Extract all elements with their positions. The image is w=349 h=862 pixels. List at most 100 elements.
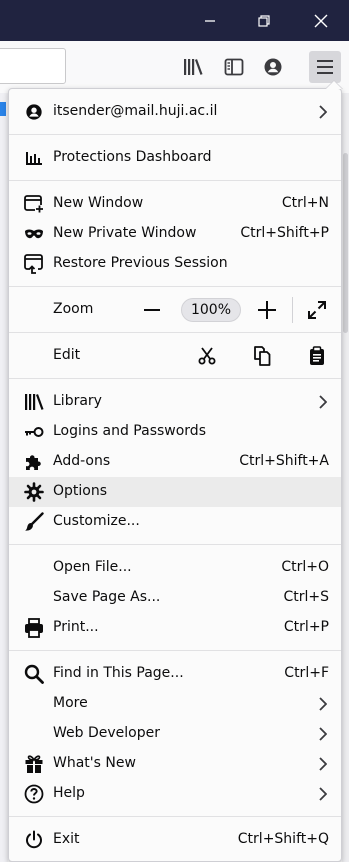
open-menu-button[interactable] xyxy=(309,51,341,83)
menu-item-label: Options xyxy=(53,483,108,499)
paintbrush-icon xyxy=(24,512,44,532)
menu-item-library[interactable]: Library xyxy=(9,387,341,417)
cut-button[interactable] xyxy=(193,342,221,370)
paste-clipboard-icon xyxy=(310,346,324,365)
menu-item-label: Print... xyxy=(53,619,99,635)
restore-session-icon xyxy=(24,254,44,274)
menu-item-save-page[interactable]: Save Page As... Ctrl+S xyxy=(9,583,341,613)
help-question-icon xyxy=(24,784,44,804)
menu-item-label: Restore Previous Session xyxy=(53,255,228,271)
menu-item-restore-session[interactable]: Restore Previous Session xyxy=(9,249,341,279)
menu-item-label: New Private Window xyxy=(53,225,197,241)
menu-item-find-in-page[interactable]: Find in This Page... Ctrl+F xyxy=(9,659,341,689)
menu-item-zoom: Zoom 100% xyxy=(9,295,341,325)
menu-item-print[interactable]: Print... Ctrl+P xyxy=(9,613,341,643)
menu-item-label: Web Developer xyxy=(53,725,160,741)
menu-item-shortcut: Ctrl+S xyxy=(283,589,329,605)
cut-scissors-icon xyxy=(198,347,216,365)
menu-item-shortcut: Ctrl+P xyxy=(283,619,329,635)
menu-item-label: Library xyxy=(53,393,102,409)
chevron-right-icon xyxy=(319,697,328,715)
edit-label: Edit xyxy=(53,347,81,363)
zoom-in-button[interactable] xyxy=(253,296,281,324)
menu-item-label: Help xyxy=(53,785,85,801)
menu-item-shortcut: Ctrl+Shift+Q xyxy=(237,831,329,847)
private-mask-icon xyxy=(24,224,44,244)
menu-item-new-private-window[interactable]: New Private Window Ctrl+Shift+P xyxy=(9,219,341,249)
menu-item-label: Exit xyxy=(53,831,80,847)
menu-item-shortcut: Ctrl+Shift+P xyxy=(240,225,329,241)
menu-item-label: More xyxy=(53,695,88,711)
minimize-button[interactable] xyxy=(187,0,233,41)
menu-item-label: Save Page As... xyxy=(53,589,161,605)
menu-item-web-developer[interactable]: Web Developer xyxy=(9,719,341,749)
menu-item-shortcut: Ctrl+F xyxy=(284,665,329,681)
chevron-right-icon xyxy=(319,787,328,805)
gear-icon xyxy=(24,482,44,502)
menu-item-label: New Window xyxy=(53,195,144,211)
puzzle-piece-icon xyxy=(24,452,44,472)
menu-item-label: Find in This Page... xyxy=(53,665,184,681)
zoom-out-icon xyxy=(144,309,160,311)
zoom-reset-button[interactable]: 100% xyxy=(181,298,241,322)
account-button[interactable] xyxy=(257,51,289,83)
chevron-right-icon xyxy=(319,395,328,413)
menu-item-label: Add-ons xyxy=(53,453,111,469)
page-edge xyxy=(0,93,8,862)
menu-item-label: What's New xyxy=(53,755,136,771)
zoom-level-value: 100% xyxy=(190,302,232,318)
menu-item-edit: Edit xyxy=(9,341,341,371)
restore-icon xyxy=(258,14,270,27)
hamburger-menu-icon xyxy=(317,60,333,74)
menu-item-open-file[interactable]: Open File... Ctrl+O xyxy=(9,553,341,583)
sidebar-icon xyxy=(224,58,244,76)
menu-item-whats-new[interactable]: What's New xyxy=(9,749,341,779)
menu-item-label: Open File... xyxy=(53,559,132,575)
fullscreen-icon xyxy=(308,301,326,319)
chevron-right-icon xyxy=(319,105,328,123)
app-menu-panel: itsender@mail.huji.ac.il Protections Das… xyxy=(8,80,343,862)
restore-button[interactable] xyxy=(241,0,287,41)
menu-item-options[interactable]: Options xyxy=(9,477,341,507)
dashboard-chart-icon xyxy=(24,148,44,168)
paste-button[interactable] xyxy=(303,342,331,370)
close-button[interactable] xyxy=(298,0,344,41)
copy-button[interactable] xyxy=(248,342,276,370)
zoom-label: Zoom xyxy=(53,301,94,317)
menu-item-new-window[interactable]: New Window Ctrl+N xyxy=(9,189,341,219)
menu-item-addons[interactable]: Add-ons Ctrl+Shift+A xyxy=(9,447,341,477)
menu-item-label: Customize... xyxy=(53,513,140,529)
zoom-out-button[interactable] xyxy=(138,296,166,324)
menu-item-account[interactable]: itsender@mail.huji.ac.il xyxy=(9,97,341,127)
chevron-right-icon xyxy=(319,757,328,775)
window-titlebar xyxy=(0,0,349,41)
menu-item-shortcut: Ctrl+N xyxy=(281,195,329,211)
menu-item-help[interactable]: Help xyxy=(9,779,341,809)
account-icon xyxy=(264,58,282,76)
menu-item-protections-dashboard[interactable]: Protections Dashboard xyxy=(9,143,341,173)
menu-item-more[interactable]: More xyxy=(9,689,341,719)
navigation-toolbar xyxy=(0,41,349,93)
menu-item-label: Logins and Passwords xyxy=(53,423,206,439)
library-icon xyxy=(184,59,203,75)
account-email: itsender@mail.huji.ac.il xyxy=(53,103,218,119)
library-icon xyxy=(24,392,44,412)
search-icon xyxy=(24,664,44,684)
menu-item-exit[interactable]: Exit Ctrl+Shift+Q xyxy=(9,825,341,855)
account-icon xyxy=(24,102,44,122)
url-bar[interactable] xyxy=(0,48,66,84)
close-icon xyxy=(314,14,328,27)
chevron-right-icon xyxy=(319,727,328,745)
gift-icon xyxy=(24,754,44,774)
menu-item-customize[interactable]: Customize... xyxy=(9,507,341,537)
menu-item-shortcut: Ctrl+O xyxy=(281,559,329,575)
library-button[interactable] xyxy=(177,51,209,83)
power-icon xyxy=(24,830,44,850)
zoom-in-icon xyxy=(258,301,276,319)
minimize-icon xyxy=(205,19,215,22)
menu-item-logins-passwords[interactable]: Logins and Passwords xyxy=(9,417,341,447)
copy-icon xyxy=(254,346,271,366)
sidebar-button[interactable] xyxy=(218,51,250,83)
fullscreen-button[interactable] xyxy=(303,296,331,324)
page-scrollbar[interactable] xyxy=(342,93,349,862)
